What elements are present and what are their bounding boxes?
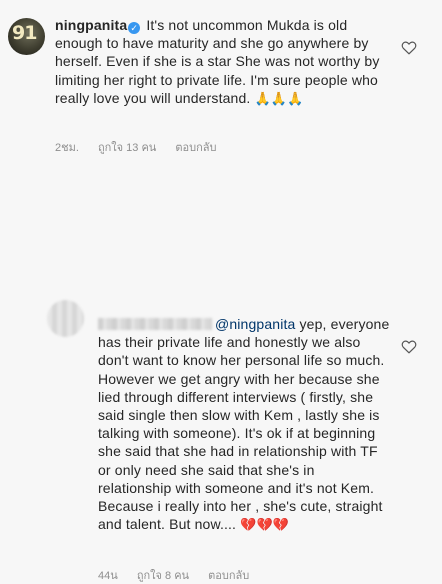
username-link[interactable]: ningpanita (55, 17, 127, 33)
blurred-username[interactable] (98, 318, 212, 330)
comment-meta: 2ชม. ถูกใจ 13 คน ตอบกลับ (55, 138, 233, 156)
comment-text: @ningpanita yep, everyone has their priv… (98, 315, 390, 535)
reply-button[interactable]: ตอบกลับ (208, 570, 249, 582)
comment-time: 2ชม. (55, 142, 79, 154)
heart-outline-icon[interactable] (401, 339, 417, 354)
likes-count-button[interactable]: ถูกใจ 13 คน (98, 142, 156, 154)
verified-badge-icon: ✓ (128, 22, 141, 34)
comment-body: yep, everyone has their private life and… (98, 316, 390, 533)
avatar[interactable]: 91 (8, 18, 45, 55)
pray-emoji-icon: 🙏🙏🙏 (254, 91, 304, 107)
reply-button[interactable]: ตอบกลับ (175, 142, 216, 154)
comment-time: 44น (98, 570, 118, 582)
comment-meta: 44น ถูกใจ 8 คน ตอบกลับ (98, 566, 265, 584)
likes-count-button[interactable]: ถูกใจ 8 คน (137, 570, 189, 582)
comment-text: ningpanita ✓ It's not uncommon Mukda is o… (55, 16, 390, 109)
avatar[interactable] (47, 300, 84, 337)
mention-link[interactable]: @ningpanita (215, 316, 295, 332)
heart-outline-icon[interactable] (401, 40, 417, 55)
broken-heart-emoji-icon: 💔💔💔 (240, 518, 290, 534)
